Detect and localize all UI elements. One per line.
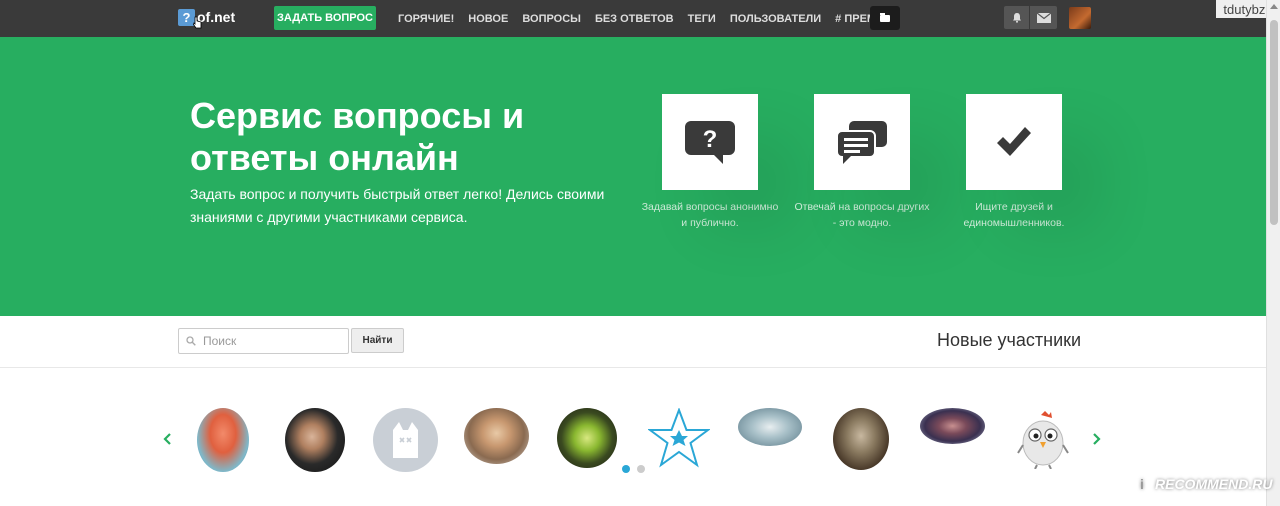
folder-icon (880, 12, 890, 22)
chevron-right-icon[interactable] (1091, 433, 1101, 445)
feature-friends: Ищите друзей и единомышленников. (944, 94, 1084, 231)
feature-text-ask: Задавай вопросы анонимно и публично. (641, 201, 779, 229)
nav-questions[interactable]: Вопросы (522, 13, 581, 25)
bell-icon (1012, 13, 1021, 23)
hero-banner: Сервис вопросы и ответы онлайн Задать во… (0, 37, 1266, 316)
nav-unanswered[interactable]: Без ответов (595, 13, 674, 25)
scrollbar-thumb[interactable] (1270, 20, 1278, 225)
feature-answer: Отвечай на вопросы других - это модно. (792, 94, 932, 231)
logo-text: of.net (197, 9, 236, 25)
watermark-badge: i (1132, 473, 1152, 495)
messages-button[interactable] (1030, 6, 1057, 29)
nav-users[interactable]: Пользователи (730, 13, 821, 25)
feature-card-answer (814, 94, 910, 190)
nav-new[interactable]: Новое (468, 13, 508, 25)
carousel-dot[interactable] (637, 465, 645, 473)
member-avatar[interactable] (464, 408, 529, 464)
checkmark-icon (997, 127, 1031, 156)
member-avatar[interactable] (373, 408, 438, 472)
cat-placeholder-icon (393, 422, 418, 458)
member-avatar[interactable] (557, 408, 617, 468)
chat-bubbles-icon (836, 121, 887, 164)
watermark-text: RECOMMEND.RU (1155, 476, 1273, 492)
member-avatar[interactable] (197, 408, 249, 472)
feature-card-friends (966, 94, 1062, 190)
feature-text-friends: Ищите друзей и единомышленников. (963, 201, 1065, 229)
new-members-title: Новые участники (937, 330, 1082, 350)
member-avatar-star[interactable] (648, 408, 710, 468)
member-avatar[interactable] (833, 408, 889, 470)
main-nav: Горячие! Новое Вопросы Без ответов Теги … (398, 0, 906, 37)
member-avatar[interactable] (738, 408, 802, 446)
chevron-left-icon[interactable] (163, 433, 173, 445)
nav-tags[interactable]: Теги (688, 13, 716, 25)
recommend-watermark: i RECOMMEND.RU (1132, 473, 1272, 495)
search-button[interactable]: Найти (351, 328, 404, 353)
member-avatar[interactable] (285, 408, 345, 472)
search-icon (186, 336, 196, 346)
search-bar-row: Найти Новые участники (0, 316, 1266, 368)
user-avatar[interactable] (1069, 7, 1091, 29)
nav-hot[interactable]: Горячие! (398, 13, 454, 25)
hand-cursor-icon (193, 16, 202, 29)
member-avatar[interactable] (920, 408, 985, 444)
svg-text:?: ? (703, 126, 718, 153)
feature-ask: ? Задавай вопросы анонимно и публично. (640, 94, 780, 231)
envelope-icon (1036, 12, 1051, 23)
search-input[interactable] (178, 328, 349, 354)
carousel-dot-active[interactable] (622, 465, 630, 473)
folder-button[interactable] (870, 6, 900, 30)
top-navbar: ? of.net Задать вопрос Горячие! Новое Во… (0, 0, 1266, 37)
feature-card-ask: ? (662, 94, 758, 190)
member-avatar-bird[interactable] (1015, 409, 1071, 469)
page-scrollbar[interactable] (1266, 0, 1280, 506)
hero-title: Сервис вопросы и ответы онлайн (190, 95, 525, 178)
new-members-carousel (0, 369, 1266, 506)
feature-text-answer: Отвечай на вопросы других - это модно. (794, 201, 930, 229)
scroll-up-arrow-icon[interactable] (1270, 4, 1278, 9)
hero-subtitle: Задать вопрос и получить быстрый ответ л… (190, 186, 605, 225)
site-logo[interactable]: ? of.net (178, 7, 235, 27)
notifications-button[interactable] (1004, 6, 1029, 29)
question-bubble-icon: ? (685, 121, 735, 164)
ask-question-button[interactable]: Задать вопрос (274, 6, 376, 30)
